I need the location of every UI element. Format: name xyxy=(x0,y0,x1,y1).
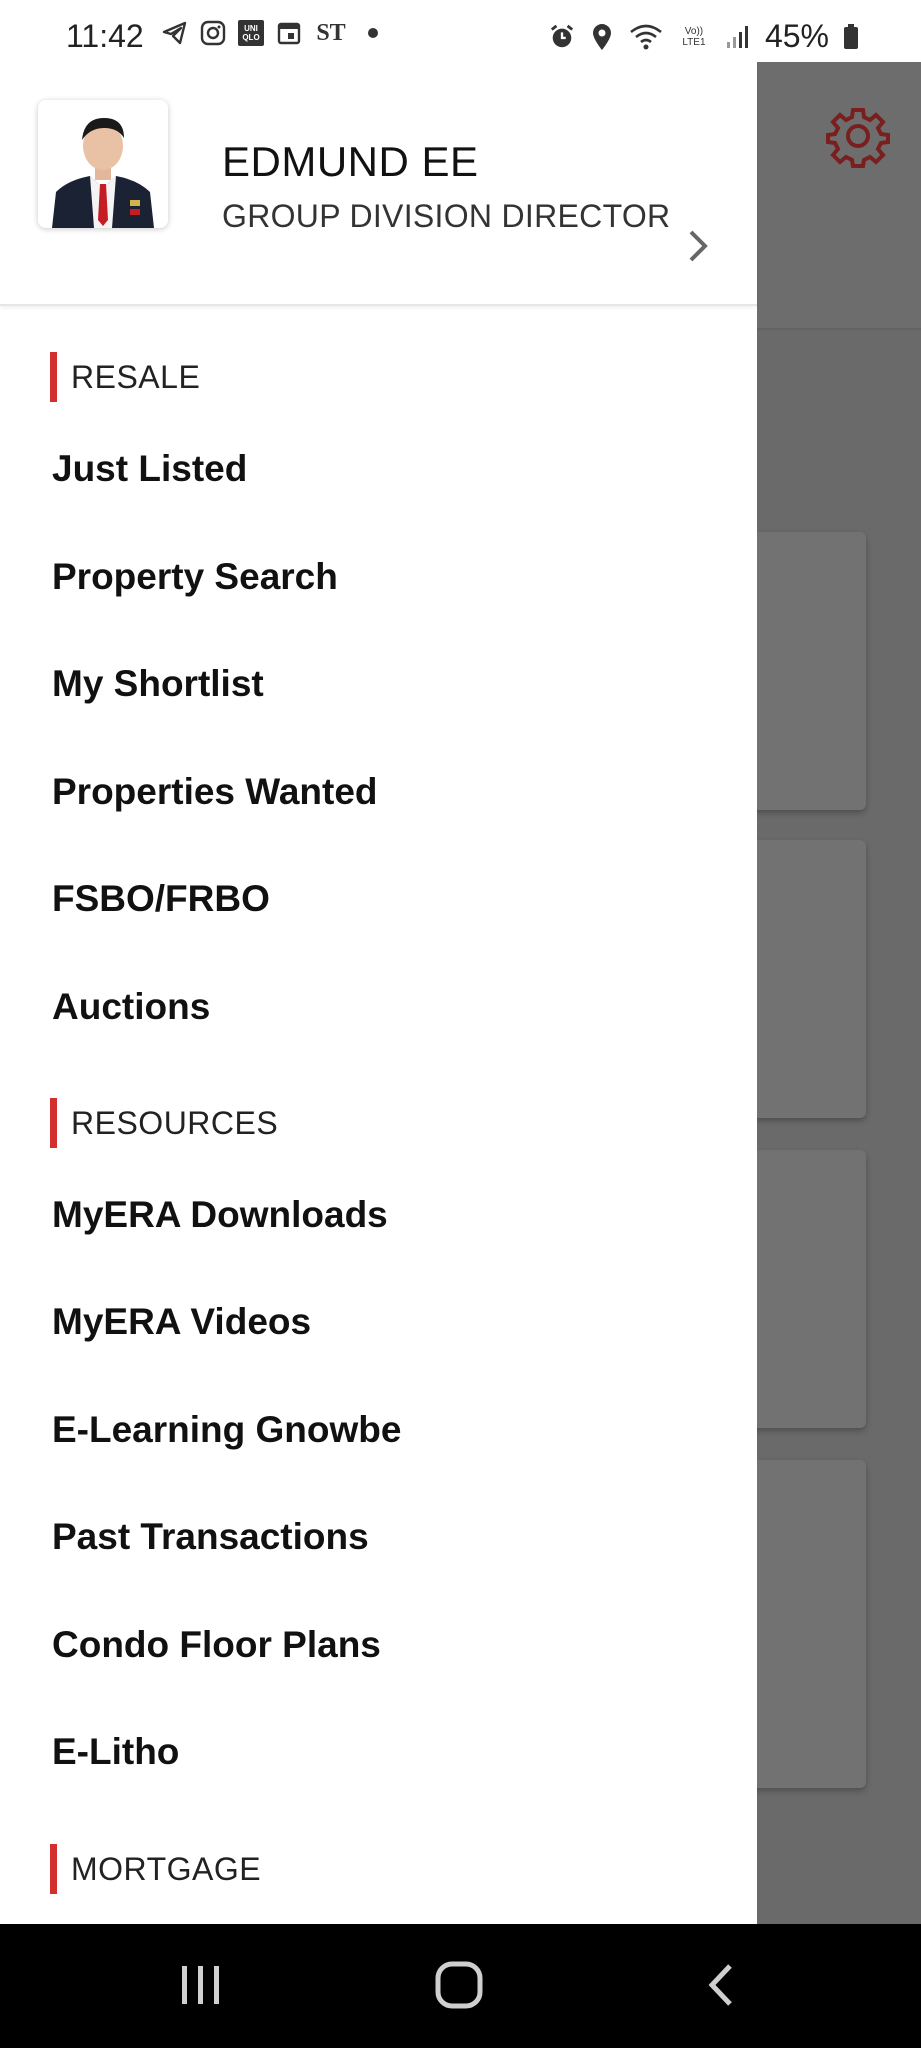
st-icon: ST xyxy=(316,19,346,46)
wifi-icon xyxy=(629,24,663,50)
menu-item-myera-videos[interactable]: MyERA Videos xyxy=(52,1301,311,1343)
section-resources: RESOURCES xyxy=(50,1098,278,1148)
notification-icons: UNI QLO ST xyxy=(162,20,386,46)
navigation-drawer: EDMUND EE GROUP DIVISION DIRECTOR RESALE… xyxy=(0,62,757,1924)
profile-header[interactable]: EDMUND EE GROUP DIVISION DIRECTOR xyxy=(0,62,757,306)
telegram-icon xyxy=(162,20,188,46)
back-icon[interactable] xyxy=(696,1960,746,2015)
section-accent-bar xyxy=(50,352,57,402)
section-accent-bar xyxy=(50,1098,57,1148)
profile-role: GROUP DIVISION DIRECTOR xyxy=(222,198,671,234)
menu-item-my-shortlist[interactable]: My Shortlist xyxy=(52,663,264,705)
section-accent-bar xyxy=(50,1844,57,1894)
battery-percent: 45% xyxy=(764,18,829,54)
section-resale: RESALE xyxy=(50,352,200,402)
menu-item-property-search[interactable]: Property Search xyxy=(52,556,338,598)
recent-apps-icon[interactable] xyxy=(176,1960,226,2015)
system-navigation-bar xyxy=(0,1924,921,2048)
calendar-icon xyxy=(276,20,302,46)
home-icon[interactable] xyxy=(434,1960,484,2015)
instagram-icon xyxy=(200,20,226,46)
uniqlo-icon: UNI QLO xyxy=(238,20,264,46)
system-icons: Vo)) LTE1 45% xyxy=(549,18,859,55)
status-bar: 11:42 UNI QLO ST Vo)) LTE1 45% xyxy=(0,0,921,62)
menu-item-auctions[interactable]: Auctions xyxy=(52,986,210,1028)
menu-item-e-learning-gnowbe[interactable]: E-Learning Gnowbe xyxy=(52,1409,401,1451)
dot-icon xyxy=(360,20,386,46)
menu-item-condo-floor-plans[interactable]: Condo Floor Plans xyxy=(52,1624,381,1666)
battery-icon xyxy=(843,23,859,50)
menu-item-past-transactions[interactable]: Past Transactions xyxy=(52,1516,369,1558)
status-time: 11:42 xyxy=(66,18,144,54)
chevron-right-icon[interactable] xyxy=(683,226,713,266)
menu-item-myera-downloads[interactable]: MyERA Downloads xyxy=(52,1194,388,1236)
section-label: MORTGAGE xyxy=(71,1850,262,1887)
menu-item-fsbo-frbo[interactable]: FSBO/FRBO xyxy=(52,878,270,920)
alarm-icon xyxy=(549,24,575,50)
section-mortgage: MORTGAGE xyxy=(50,1844,261,1894)
profile-name: EDMUND EE xyxy=(222,138,479,185)
volte-icon: Vo)) LTE1 xyxy=(682,25,706,48)
menu-item-properties-wanted[interactable]: Properties Wanted xyxy=(52,771,378,813)
menu-item-e-litho[interactable]: E-Litho xyxy=(52,1731,179,1773)
location-icon xyxy=(589,23,615,50)
section-label: RESALE xyxy=(71,358,201,395)
section-label: RESOURCES xyxy=(71,1104,279,1141)
signal-icon xyxy=(725,24,751,50)
settings-gear-icon[interactable] xyxy=(826,104,890,168)
menu-item-just-listed[interactable]: Just Listed xyxy=(52,448,247,490)
avatar xyxy=(38,100,168,228)
